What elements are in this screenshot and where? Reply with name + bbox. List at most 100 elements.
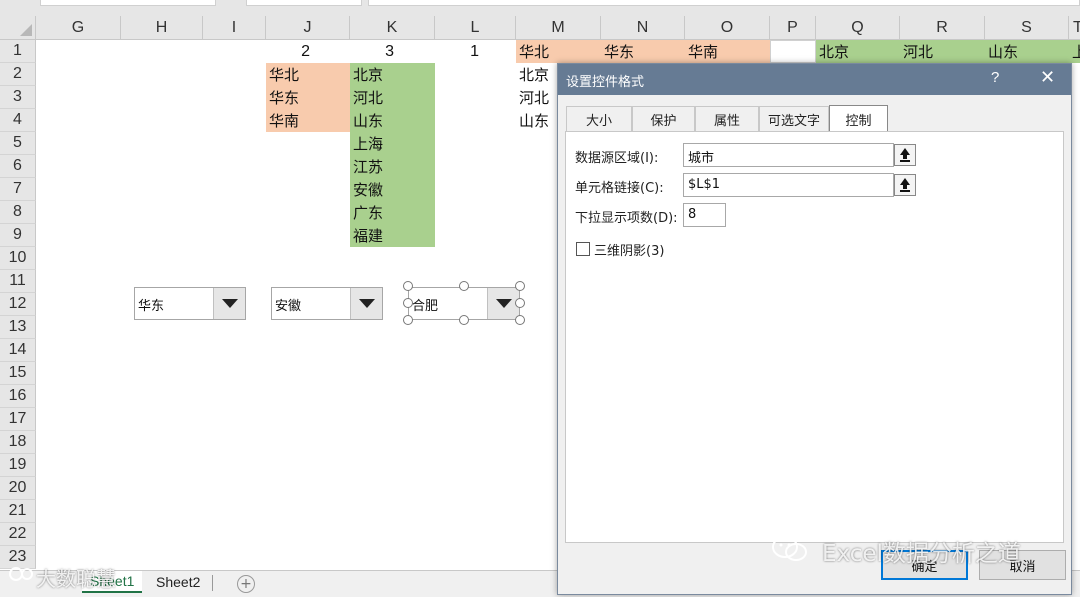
- cell-q1[interactable]: 北京: [816, 40, 900, 63]
- row-header-7[interactable]: 7: [0, 178, 36, 201]
- column-header-s[interactable]: S: [985, 16, 1069, 40]
- input-range-field[interactable]: 城市: [683, 143, 894, 167]
- cell-m2[interactable]: 北京: [516, 63, 557, 86]
- row-header-14[interactable]: 14: [0, 339, 36, 362]
- cell-l1[interactable]: 1: [435, 40, 485, 63]
- row-header-18[interactable]: 18: [0, 431, 36, 454]
- collapse-dialog-button[interactable]: [894, 174, 916, 196]
- format-control-dialog: 设置控件格式 ? ✕ 大小 保护 属性 可选文字 控制 数据源区域(I): 城市…: [557, 63, 1072, 595]
- sheet-tab-sheet2[interactable]: Sheet2: [148, 571, 208, 593]
- row-header-4[interactable]: 4: [0, 109, 36, 132]
- tab-size[interactable]: 大小: [566, 106, 632, 132]
- formula-box[interactable]: [246, 0, 362, 6]
- cell-j1[interactable]: 2: [266, 40, 316, 63]
- arrow-base: [900, 190, 910, 192]
- row-header-10[interactable]: 10: [0, 247, 36, 270]
- dropdown-lines-field[interactable]: 8: [683, 203, 726, 227]
- tab-protection[interactable]: 保护: [632, 106, 695, 132]
- row-header-1[interactable]: 1: [0, 40, 36, 63]
- resize-handle[interactable]: [515, 281, 525, 291]
- row-header-3[interactable]: 3: [0, 86, 36, 109]
- cell-o1[interactable]: 华南: [685, 40, 770, 63]
- cell-k9[interactable]: 福建: [350, 224, 435, 247]
- cell-t1[interactable]: 上: [1069, 40, 1080, 63]
- column-header-p[interactable]: P: [770, 16, 816, 40]
- cell-m4[interactable]: 山东: [516, 109, 557, 132]
- resize-handle[interactable]: [515, 315, 525, 325]
- close-icon[interactable]: ✕: [1040, 67, 1055, 88]
- name-box[interactable]: [40, 0, 216, 6]
- column-header-t[interactable]: T: [1069, 16, 1080, 40]
- resize-handle[interactable]: [403, 298, 413, 308]
- cell-j4[interactable]: 华南: [266, 109, 350, 132]
- cell-k1[interactable]: 3: [350, 40, 400, 63]
- 3d-shading-checkbox[interactable]: [576, 242, 590, 256]
- cell-link-field[interactable]: $L$1: [683, 173, 894, 197]
- resize-handle[interactable]: [515, 298, 525, 308]
- cell-m3[interactable]: 河北: [516, 86, 557, 109]
- row-header-20[interactable]: 20: [0, 477, 36, 500]
- region-combo-box[interactable]: 华东: [134, 287, 246, 320]
- province-combo-box[interactable]: 安徽: [271, 287, 383, 320]
- column-header-l[interactable]: L: [435, 16, 516, 40]
- cell-k6[interactable]: 江苏: [350, 155, 435, 178]
- cell-k4[interactable]: 山东: [350, 109, 435, 132]
- cell-p1[interactable]: [770, 40, 816, 63]
- column-header-q[interactable]: Q: [816, 16, 900, 40]
- column-header-h[interactable]: H: [121, 16, 203, 40]
- resize-handle[interactable]: [403, 281, 413, 291]
- cell-k7[interactable]: 安徽: [350, 178, 435, 201]
- row-header-11[interactable]: 11: [0, 270, 36, 293]
- tab-alt-text[interactable]: 可选文字: [759, 106, 829, 132]
- row-header-13[interactable]: 13: [0, 316, 36, 339]
- cell-n1[interactable]: 华东: [601, 40, 685, 63]
- add-sheet-icon[interactable]: +: [237, 575, 255, 593]
- watermark-logo-icon: [9, 567, 33, 581]
- resize-handle[interactable]: [459, 315, 469, 325]
- column-header-i[interactable]: I: [203, 16, 266, 40]
- cell-j2[interactable]: 华北: [266, 63, 350, 86]
- column-header-n[interactable]: N: [601, 16, 685, 40]
- tab-properties[interactable]: 属性: [695, 106, 759, 132]
- row-header-6[interactable]: 6: [0, 155, 36, 178]
- combo-value: 安徽: [275, 299, 302, 314]
- row-header-5[interactable]: 5: [0, 132, 36, 155]
- row-header-21[interactable]: 21: [0, 500, 36, 523]
- column-header-g[interactable]: G: [36, 16, 121, 40]
- select-all-corner[interactable]: [0, 16, 36, 40]
- cell-k3[interactable]: 河北: [350, 86, 435, 109]
- cell-s1[interactable]: 山东: [985, 40, 1069, 63]
- dropdown-button[interactable]: [213, 288, 245, 319]
- dialog-title-bar[interactable]: 设置控件格式 ? ✕: [558, 64, 1071, 95]
- row-header-15[interactable]: 15: [0, 362, 36, 385]
- row-header-17[interactable]: 17: [0, 408, 36, 431]
- collapse-dialog-button[interactable]: [894, 144, 916, 166]
- row-header-12[interactable]: 12: [0, 293, 36, 316]
- column-header-r[interactable]: R: [900, 16, 985, 40]
- row-header-2[interactable]: 2: [0, 63, 36, 86]
- cell-k2[interactable]: 北京: [350, 63, 435, 86]
- tab-control[interactable]: 控制: [829, 105, 888, 133]
- column-header-j[interactable]: J: [266, 16, 350, 40]
- cell-k5[interactable]: 上海: [350, 132, 435, 155]
- chevron-down-icon: [496, 299, 512, 308]
- cell-k8[interactable]: 广东: [350, 201, 435, 224]
- column-header-o[interactable]: O: [685, 16, 770, 40]
- resize-handle[interactable]: [403, 315, 413, 325]
- row-header-16[interactable]: 16: [0, 385, 36, 408]
- column-header-k[interactable]: K: [350, 16, 435, 40]
- watermark-text: Excel数据分析之道: [822, 541, 1021, 567]
- cell-m1[interactable]: 华北: [516, 40, 601, 63]
- help-icon[interactable]: ?: [991, 69, 999, 86]
- column-header-m[interactable]: M: [516, 16, 601, 40]
- cell-r1[interactable]: 河北: [900, 40, 985, 63]
- arrow-base: [900, 160, 910, 162]
- cell-j3[interactable]: 华东: [266, 86, 350, 109]
- dropdown-button[interactable]: [350, 288, 382, 319]
- resize-handle[interactable]: [459, 281, 469, 291]
- row-header-19[interactable]: 19: [0, 454, 36, 477]
- formula-input[interactable]: [368, 0, 1080, 6]
- row-header-9[interactable]: 9: [0, 224, 36, 247]
- row-header-22[interactable]: 22: [0, 523, 36, 546]
- row-header-8[interactable]: 8: [0, 201, 36, 224]
